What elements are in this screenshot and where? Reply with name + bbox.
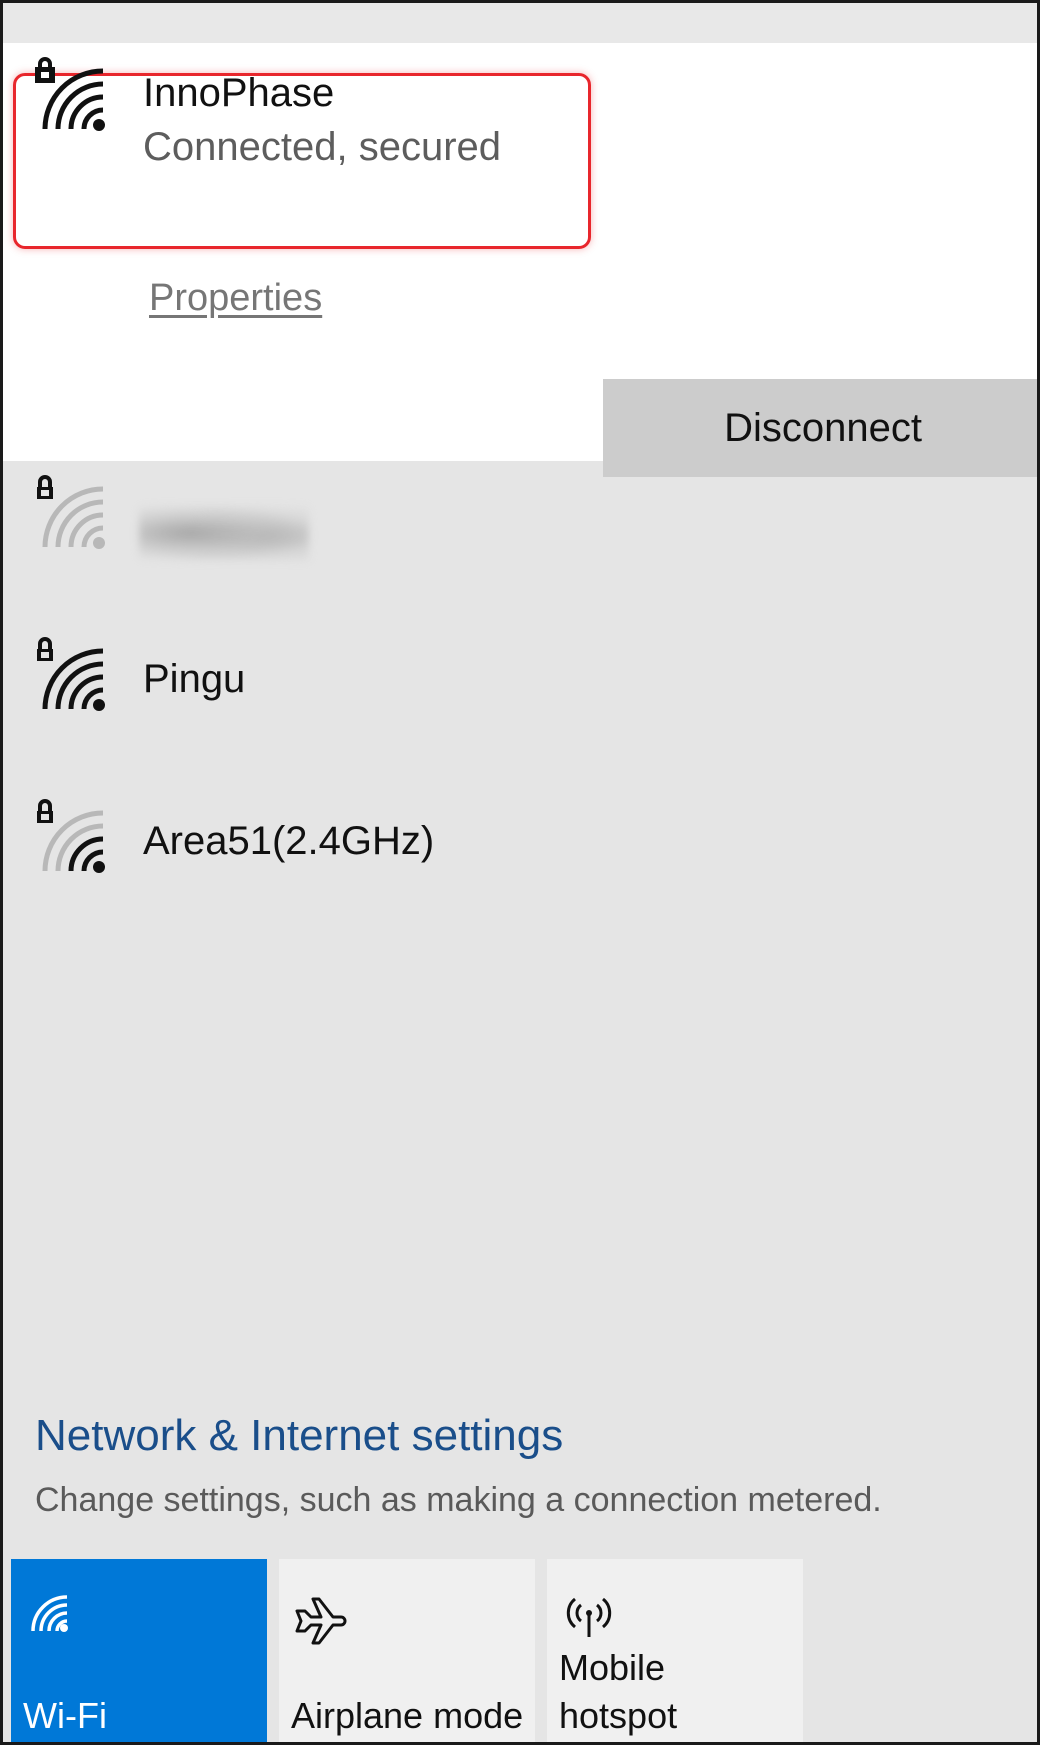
connected-network-status: Connected, secured (143, 125, 502, 169)
network-name: Pingu (143, 657, 246, 701)
top-strip (3, 3, 1037, 43)
wifi-icon (25, 1589, 71, 1640)
wifi-secured-icon (31, 475, 111, 555)
network-settings-description: Change settings, such as making a connec… (35, 1481, 882, 1519)
disconnect-button[interactable]: Disconnect (603, 379, 1037, 477)
hotspot-label-line2: hotspot (559, 1695, 678, 1736)
hotspot-label-line1: Mobile (559, 1647, 666, 1688)
airplane-tile-label: Airplane mode (291, 1695, 524, 1736)
network-name: Area51(2.4GHz) (143, 819, 435, 863)
mobile-hotspot-tile[interactable]: Mobile hotspot (547, 1559, 803, 1742)
wifi-secured-icon (31, 799, 111, 879)
network-settings-link[interactable]: Network & Internet settings (35, 1411, 563, 1461)
wifi-tile-label: Wi-Fi (23, 1695, 107, 1736)
hotspot-tile-label: Mobile hotspot (559, 1644, 677, 1740)
blurred-network-name (139, 505, 309, 561)
airplane-mode-tile[interactable]: Airplane mode (279, 1559, 535, 1742)
properties-link[interactable]: Properties (149, 277, 322, 320)
wifi-secured-icon (31, 637, 111, 717)
wifi-toggle-tile[interactable]: Wi-Fi (11, 1559, 267, 1742)
airplane-icon (293, 1589, 349, 1650)
network-list-item[interactable]: Pingu (3, 627, 1037, 777)
connected-network-name: InnoPhase (143, 71, 335, 115)
wifi-secured-icon (31, 57, 111, 137)
connected-network-panel[interactable]: InnoPhase Connected, secured Properties … (3, 43, 1037, 477)
hotspot-icon (561, 1589, 617, 1650)
network-list-item[interactable]: Area51(2.4GHz) (3, 789, 1037, 939)
network-flyout: InnoPhase Connected, secured Properties … (0, 0, 1040, 1745)
